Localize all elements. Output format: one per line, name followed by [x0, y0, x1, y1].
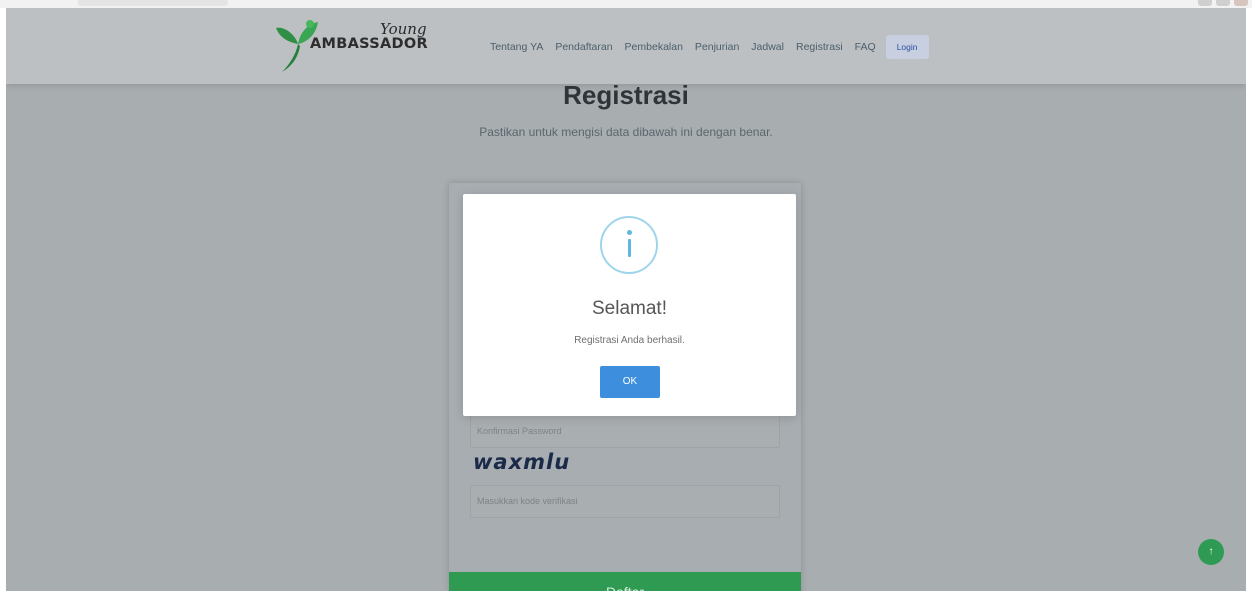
browser-chrome-strip [0, 0, 1252, 8]
scroll-top-button[interactable]: ↑ [1198, 539, 1224, 565]
success-dialog: Selamat! Registrasi Anda berhasil. OK [463, 194, 796, 416]
page-backdrop: Young AMBASSADOR Tentang YA Pendaftaran … [6, 8, 1246, 591]
navbar: Young AMBASSADOR Tentang YA Pendaftaran … [6, 8, 1246, 84]
captcha-image: waxmlu [473, 450, 571, 474]
login-button[interactable]: Login [885, 35, 929, 59]
maximize-icon[interactable] [1216, 0, 1230, 6]
page-subtitle: Pastikan untuk mengisi data dibawah ini … [479, 125, 773, 139]
logo-wordmark: AMBASSADOR [310, 36, 428, 52]
logo[interactable]: Young AMBASSADOR [268, 18, 428, 74]
page-title: Registrasi [563, 80, 689, 110]
dialog-title: Selamat! [592, 298, 667, 319]
close-icon[interactable] [1234, 0, 1248, 6]
verification-code-input[interactable]: Masukkan kode verifikasi [470, 485, 780, 518]
nav-link-registrasi[interactable]: Registrasi [796, 41, 843, 53]
dialog-message: Registrasi Anda berhasil. [574, 335, 685, 346]
nav-link-pendaftaran[interactable]: Pendaftaran [555, 41, 612, 53]
nav-link-faq[interactable]: FAQ [855, 41, 876, 53]
nav-link-jadwal[interactable]: Jadwal [751, 41, 784, 53]
info-icon [600, 216, 658, 274]
confirm-password-input[interactable]: Konfirmasi Password [470, 415, 780, 448]
submit-button[interactable]: Daftar [449, 572, 801, 591]
nav-link-tentang-ya[interactable]: Tentang YA [490, 41, 543, 53]
ok-button[interactable]: OK [600, 366, 660, 398]
arrow-up-icon: ↑ [1208, 546, 1214, 557]
browser-tab[interactable] [78, 0, 228, 6]
minimize-icon[interactable] [1198, 0, 1212, 6]
nav-link-pembekalan[interactable]: Pembekalan [625, 41, 683, 53]
nav-link-penjurian[interactable]: Penjurian [695, 41, 739, 53]
nav-menu: Tentang YA Pendaftaran Pembekalan Penjur… [490, 34, 929, 60]
